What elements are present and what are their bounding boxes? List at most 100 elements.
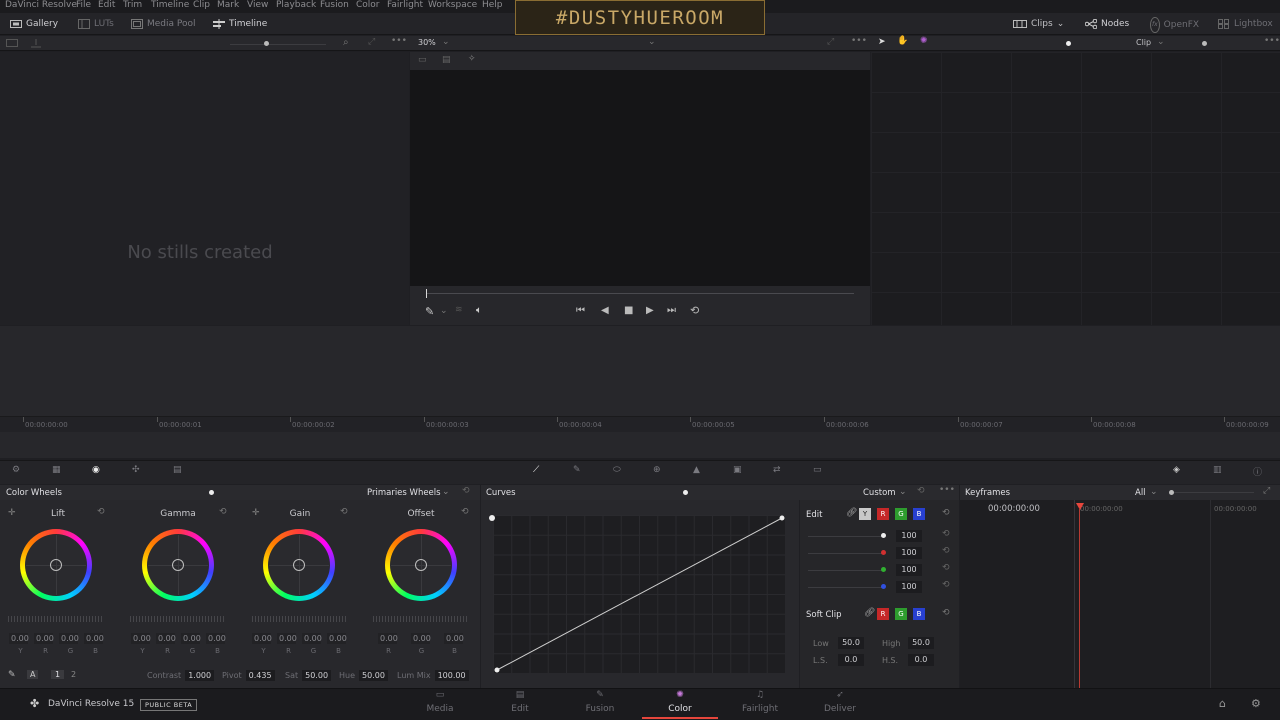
menu-fairlight[interactable]: Fairlight	[387, 0, 423, 11]
sat-value[interactable]: 50.00	[302, 670, 332, 681]
single-view-icon[interactable]: ▭	[418, 55, 427, 65]
page-1-button[interactable]: 1	[51, 670, 65, 679]
y-intensity-knob[interactable]	[881, 533, 886, 538]
viewer-screen[interactable]	[410, 70, 870, 286]
pointer-icon[interactable]: ➤	[878, 37, 886, 47]
menu-help[interactable]: Help	[482, 0, 503, 11]
more-icon[interactable]: •••	[391, 36, 407, 46]
gain-b[interactable]: 0.00	[327, 633, 347, 644]
mini-timeline[interactable]	[0, 326, 1280, 458]
gamma-g[interactable]: 0.00	[181, 633, 201, 644]
loop-icon[interactable]: ⟲	[690, 304, 699, 317]
key-icon[interactable]: ▣	[733, 465, 747, 479]
lightbox-toggle[interactable]: Lightbox	[1218, 17, 1273, 31]
expand-icon[interactable]: ⤢	[827, 37, 834, 47]
window-icon[interactable]: ⬭	[613, 465, 627, 479]
chevron-down-icon[interactable]: ⌄	[899, 487, 907, 497]
link-icon[interactable]: 🔗︎	[864, 608, 875, 618]
menu-workspace[interactable]: Workspace	[428, 0, 477, 11]
settings-gear-icon[interactable]: ⚙︎	[1251, 697, 1261, 710]
luts-toggle[interactable]: LUTs	[78, 17, 114, 31]
reset-icon[interactable]: ⟲	[340, 507, 348, 517]
qualifier-icon[interactable]: ✎	[573, 465, 587, 479]
b-intensity-slider[interactable]	[808, 587, 884, 588]
grab-still-icon[interactable]	[30, 38, 42, 48]
gain-wheel[interactable]	[263, 529, 335, 601]
tab-fusion[interactable]: ✎ Fusion	[570, 690, 630, 714]
menu-file[interactable]: File	[76, 0, 91, 11]
play-icon[interactable]: ▶	[646, 305, 654, 316]
pivot-value[interactable]: 0.435	[245, 670, 275, 681]
node-zoom-knob[interactable]	[1202, 41, 1207, 46]
expand-icon[interactable]: ⤢	[1263, 486, 1270, 496]
menu-trim[interactable]: Trim	[123, 0, 142, 11]
r-intensity-value[interactable]: 100	[896, 547, 922, 559]
page-2-button[interactable]: 2	[71, 670, 76, 679]
openfx-toggle[interactable]: fx OpenFX	[1150, 17, 1199, 33]
link-icon[interactable]: 🔗︎	[846, 508, 857, 518]
gain-master-dial[interactable]	[252, 616, 348, 622]
reset-icon[interactable]: ⟲	[942, 546, 950, 556]
hue-value[interactable]: 50.00	[359, 670, 388, 681]
scopes-icon[interactable]: ▥	[1213, 465, 1227, 479]
menu-fusion[interactable]: Fusion	[320, 0, 349, 11]
page-dot[interactable]	[209, 490, 214, 495]
gain-y[interactable]: 0.00	[252, 633, 272, 644]
tab-edit[interactable]: ▤ Edit	[490, 690, 550, 714]
auto-balance-icon[interactable]: ✎	[8, 670, 16, 680]
menu-playback[interactable]: Playback	[276, 0, 316, 11]
menu-view[interactable]: View	[247, 0, 268, 11]
y-intensity-slider[interactable]	[808, 536, 884, 537]
nodes-toggle[interactable]: Nodes	[1085, 17, 1129, 31]
clip-mode[interactable]: Clip	[1136, 38, 1151, 47]
sizing-icon[interactable]: ⇄	[773, 465, 787, 479]
g-intensity-knob[interactable]	[881, 567, 886, 572]
menu-clip[interactable]: Clip	[193, 0, 210, 11]
menu-edit[interactable]: Edit	[98, 0, 115, 11]
stop-icon[interactable]: ■	[624, 305, 633, 316]
menu-mark[interactable]: Mark	[217, 0, 239, 11]
color-match-icon[interactable]: ▦	[52, 465, 66, 479]
blur-icon[interactable]: ▲	[693, 465, 707, 479]
gain-r[interactable]: 0.00	[277, 633, 297, 644]
gamma-wheel[interactable]	[142, 529, 214, 601]
kf-playhead[interactable]	[1079, 508, 1080, 688]
tab-deliver[interactable]: ➶ Deliver	[810, 690, 870, 714]
softclip-g-button[interactable]: G	[895, 608, 907, 620]
more-icon[interactable]: •••	[1264, 36, 1280, 46]
b-channel-button[interactable]: B	[913, 508, 925, 520]
reset-icon[interactable]: ⟲	[462, 486, 470, 496]
lift-master-dial[interactable]	[8, 616, 104, 622]
reset-icon[interactable]: ⟲	[942, 608, 950, 618]
layers-icon[interactable]: ≋	[455, 305, 463, 315]
reset-icon[interactable]: ⟲	[942, 508, 950, 518]
curves-icon[interactable]: ⟋	[533, 465, 547, 479]
gamma-master-dial[interactable]	[130, 616, 226, 622]
g-intensity-slider[interactable]	[808, 570, 884, 571]
gain-g[interactable]: 0.00	[302, 633, 322, 644]
keyframes-toggle-icon[interactable]: ◈	[1173, 465, 1187, 479]
tab-media[interactable]: ▭ Media	[410, 690, 470, 714]
contrast-value[interactable]: 1.000	[185, 670, 215, 681]
offset-g[interactable]: 0.00	[411, 633, 431, 644]
chevron-down-icon[interactable]: ⌄	[648, 37, 656, 47]
menu-color[interactable]: Color	[356, 0, 380, 11]
viewer-zoom[interactable]: 30%	[418, 38, 436, 47]
chevron-down-icon[interactable]: ⌄	[442, 487, 450, 497]
reset-icon[interactable]: ⟲	[942, 529, 950, 539]
tab-fairlight[interactable]: ♫ Fairlight	[730, 690, 790, 714]
lift-y[interactable]: 0.00	[9, 633, 29, 644]
3d-icon[interactable]: ▭	[813, 465, 827, 479]
gallery-zoom-knob[interactable]	[264, 41, 269, 46]
curve-handle[interactable]	[489, 515, 495, 521]
softclip-r-button[interactable]: R	[877, 608, 889, 620]
more-icon[interactable]: •••	[939, 485, 955, 495]
reset-icon[interactable]: ⟲	[97, 507, 105, 517]
g-intensity-value[interactable]: 100	[896, 564, 922, 576]
tab-color[interactable]: ✺ Color	[650, 690, 710, 714]
wheels-mode[interactable]: Primaries Wheels	[367, 488, 441, 498]
color-wheels-icon[interactable]: ◉	[92, 465, 106, 479]
gamma-b[interactable]: 0.00	[206, 633, 226, 644]
auto-button[interactable]: A	[27, 670, 39, 679]
skip-forward-icon[interactable]: ⏭︎	[667, 305, 676, 316]
